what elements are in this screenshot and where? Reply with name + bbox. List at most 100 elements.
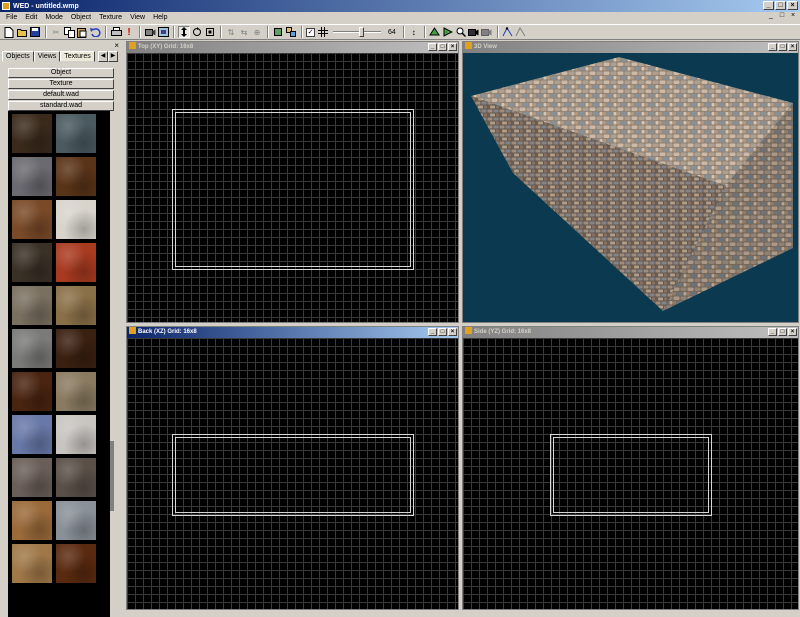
texture-thumbnail[interactable] <box>12 243 52 282</box>
texture-thumbnail[interactable] <box>56 544 96 583</box>
texture-thumbnail[interactable] <box>56 157 96 196</box>
texture-thumbnail[interactable] <box>12 286 52 325</box>
viewport-maximize-button[interactable]: □ <box>438 328 447 336</box>
cut-icon[interactable]: ✂ <box>50 26 62 38</box>
menu-edit[interactable]: Edit <box>21 14 41 21</box>
menu-view[interactable]: View <box>126 14 149 21</box>
block-wireframe[interactable] <box>172 109 414 270</box>
category-standard-wad[interactable]: standard.wad <box>8 101 114 111</box>
viewport-maximize-button[interactable]: □ <box>778 328 787 336</box>
texture-thumbnail[interactable] <box>56 501 96 540</box>
viewport-minimize-button[interactable]: _ <box>768 43 777 51</box>
vertical-arrows-icon[interactable]: ↕ <box>408 26 420 38</box>
fly-camera-icon[interactable] <box>481 26 493 38</box>
texture-thumbnail[interactable] <box>12 200 52 239</box>
texture-thumbnail[interactable] <box>56 286 96 325</box>
menu-file[interactable]: File <box>2 14 21 21</box>
texture-thumbnail[interactable] <box>56 329 96 368</box>
texture-thumbnail[interactable] <box>56 243 96 282</box>
paste-icon[interactable] <box>76 26 88 38</box>
viewport-close-button[interactable]: × <box>788 328 797 336</box>
texture-thumbnail[interactable] <box>12 329 52 368</box>
texture-thumbnail[interactable] <box>56 114 96 153</box>
viewport-side[interactable]: Side (YZ) Grid: 16x8 _ □ × <box>462 326 799 610</box>
menu-mode[interactable]: Mode <box>41 14 67 21</box>
minimize-button[interactable]: _ <box>763 1 774 10</box>
texture-scrollbar[interactable] <box>110 111 114 617</box>
viewport-maximize-button[interactable]: □ <box>778 43 787 51</box>
texture-thumbnail[interactable] <box>56 200 96 239</box>
texture-thumbnail[interactable] <box>12 501 52 540</box>
texture-thumbnail[interactable] <box>12 157 52 196</box>
viewport-close-button[interactable]: × <box>788 43 797 51</box>
viewport-3d[interactable]: 3D View _ □ × <box>462 41 799 323</box>
snap-grid-checkbox[interactable]: ✓ <box>306 27 315 37</box>
viewport-close-button[interactable]: × <box>448 43 457 51</box>
texture-thumbnail[interactable] <box>12 114 52 153</box>
block-wireframe[interactable] <box>172 434 414 516</box>
viewport-3d-canvas[interactable] <box>463 53 798 322</box>
tab-views[interactable]: Views <box>33 51 61 62</box>
menu-object[interactable]: Object <box>67 14 95 21</box>
viewport-minimize-button[interactable]: _ <box>428 328 437 336</box>
build-warning-icon[interactable]: ! <box>123 26 135 38</box>
new-file-icon[interactable] <box>3 26 15 38</box>
category-texture[interactable]: Texture <box>8 79 114 89</box>
viewport-close-button[interactable]: × <box>448 328 457 336</box>
tab-scroll-right-icon[interactable]: ▶ <box>108 51 118 62</box>
copy-icon[interactable] <box>63 26 75 38</box>
viewport-back[interactable]: Back (XZ) Grid: 16x8 _ □ × <box>126 326 459 610</box>
grid-size-slider-thumb[interactable] <box>359 27 364 37</box>
viewport-side-canvas[interactable] <box>463 338 798 609</box>
viewport-top-canvas[interactable] <box>127 53 458 322</box>
viewport-minimize-button[interactable]: _ <box>768 328 777 336</box>
render-icon[interactable] <box>157 26 169 38</box>
camera-icon[interactable] <box>144 26 156 38</box>
save-icon[interactable] <box>29 26 41 38</box>
texture-thumbnail[interactable] <box>12 544 52 583</box>
vertex-icon[interactable] <box>502 26 514 38</box>
tab-textures[interactable]: Textures <box>60 51 95 62</box>
menu-texture[interactable]: Texture <box>95 14 126 21</box>
tab-objects[interactable]: Objects <box>2 51 34 62</box>
run-icon[interactable] <box>442 26 454 38</box>
doc-close-button[interactable]: × <box>788 12 798 21</box>
panel-close-button[interactable]: × <box>114 41 119 50</box>
block-wireframe[interactable] <box>550 434 712 516</box>
align-center-icon[interactable]: ⊕ <box>251 26 263 38</box>
viewport-back-canvas[interactable] <box>127 338 458 609</box>
texture-thumbnail[interactable] <box>56 458 96 497</box>
grid-size-slider[interactable] <box>333 27 381 37</box>
edge-icon[interactable] <box>515 26 527 38</box>
align-vertical-icon[interactable]: ⇅ <box>225 26 237 38</box>
view-3d-green-icon[interactable] <box>429 26 441 38</box>
maximize-button[interactable]: □ <box>775 1 786 10</box>
texture-thumbnail[interactable] <box>12 458 52 497</box>
open-folder-icon[interactable] <box>16 26 28 38</box>
print-icon[interactable] <box>110 26 122 38</box>
doc-minimize-button[interactable]: _ <box>766 12 776 21</box>
texture-thumbnail[interactable] <box>12 372 52 411</box>
walk-camera-icon[interactable] <box>468 26 480 38</box>
texture-thumbnail[interactable] <box>56 415 96 454</box>
close-button[interactable]: × <box>787 1 798 10</box>
texture-scrollbar-thumb[interactable] <box>110 441 114 511</box>
doc-restore-button[interactable]: □ <box>777 12 787 21</box>
menu-help[interactable]: Help <box>149 14 171 21</box>
texture-thumbnail[interactable] <box>12 415 52 454</box>
undo-icon[interactable] <box>89 26 101 38</box>
texture-thumbnail[interactable] <box>56 372 96 411</box>
category-object[interactable]: Object <box>8 68 114 78</box>
viewport-minimize-button[interactable]: _ <box>428 43 437 51</box>
rotate-tool-icon[interactable] <box>191 26 203 38</box>
viewport-maximize-button[interactable]: □ <box>438 43 447 51</box>
align-horizontal-icon[interactable]: ⇆ <box>238 26 250 38</box>
zoom-icon[interactable] <box>455 26 467 38</box>
tab-scroll-left-icon[interactable]: ◀ <box>98 51 108 62</box>
category-default-wad[interactable]: default.wad <box>8 90 114 100</box>
add-object-icon[interactable] <box>272 26 284 38</box>
group-icon[interactable] <box>285 26 297 38</box>
scale-tool-icon[interactable] <box>204 26 216 38</box>
viewport-top[interactable]: Top (XY) Grid: 16x8 _ □ × <box>126 41 459 323</box>
move-tool-icon[interactable] <box>178 26 190 38</box>
